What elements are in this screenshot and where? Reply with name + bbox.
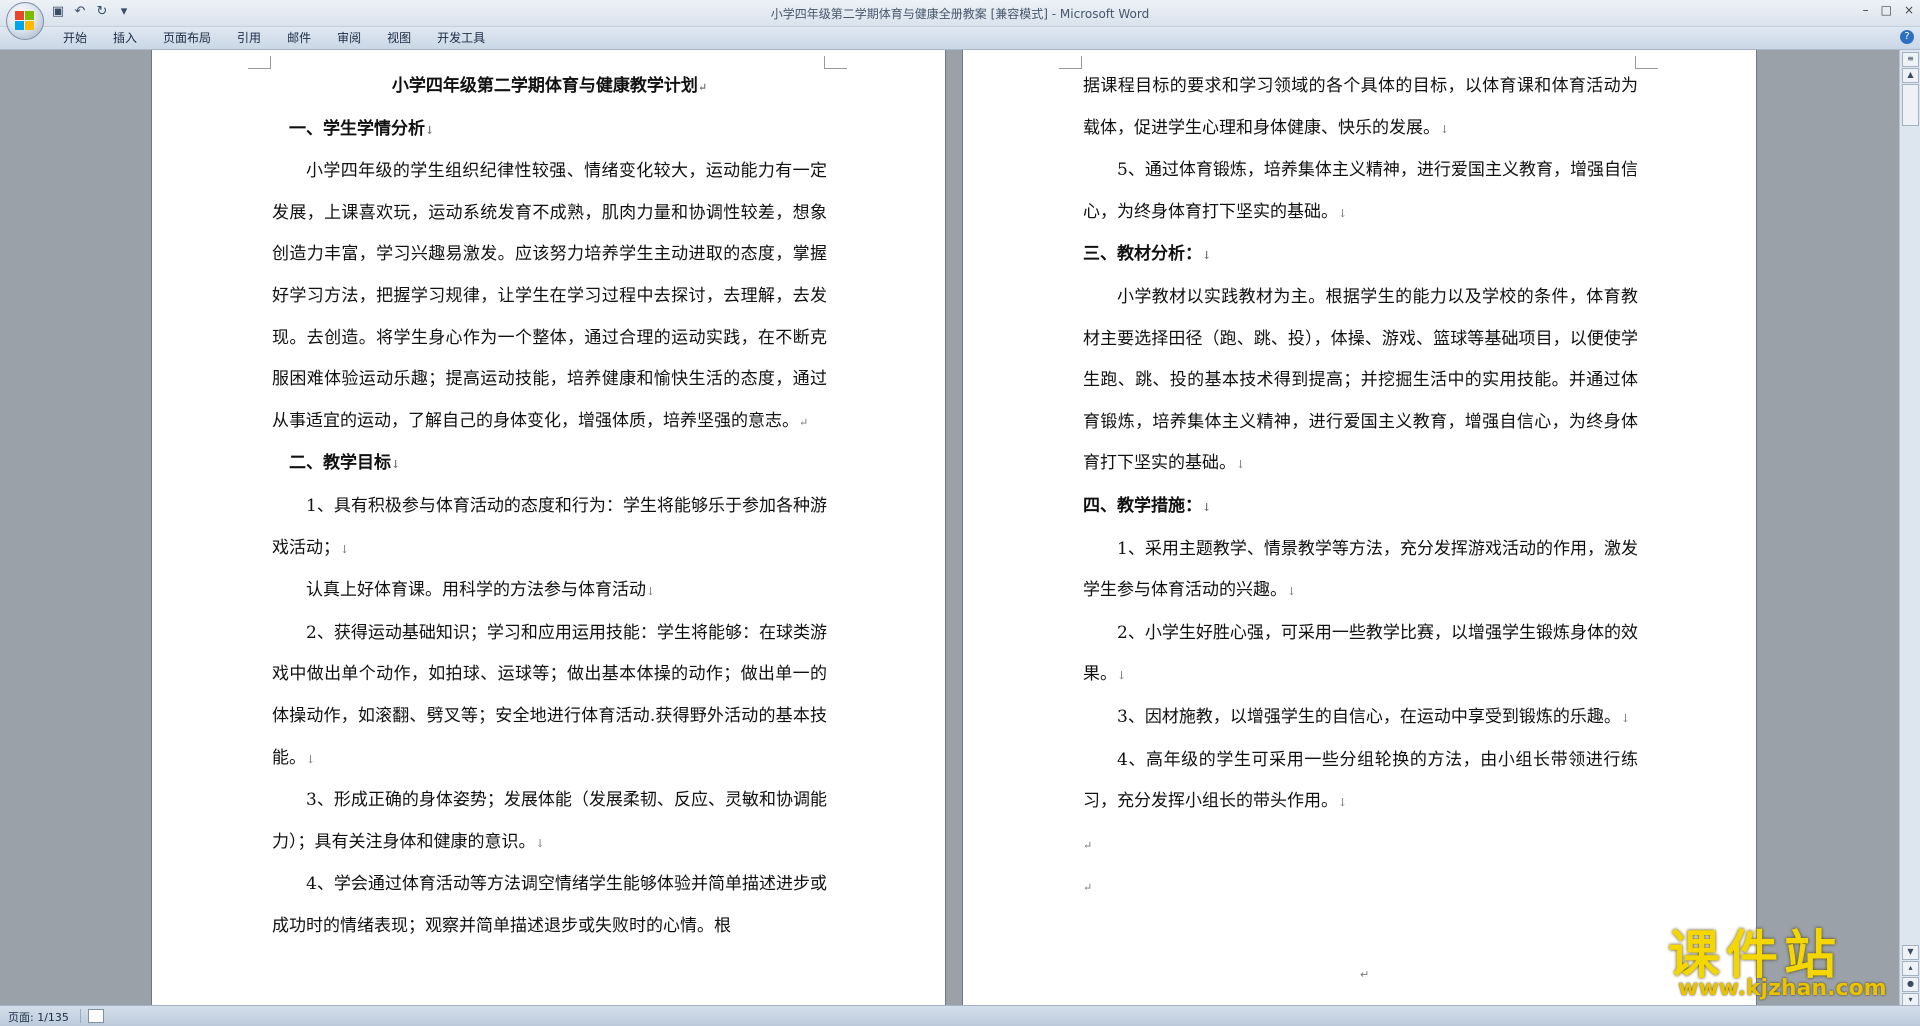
- margin-mark: [1635, 56, 1658, 69]
- paragraph[interactable]: 小学教材以实践教材为主。根据学生的能力以及学校的条件，体育教材主要选择田径（跑、…: [1083, 277, 1638, 486]
- help-icon[interactable]: ?: [1900, 30, 1914, 44]
- paragraph[interactable]: 据课程目标的要求和学习领域的各个具体的目标，以体育课和体育活动为载体，促进学生心…: [1083, 66, 1638, 150]
- margin-mark: [1059, 56, 1082, 69]
- ribbon: 开始 插入 页面布局 引用 邮件 审阅 视图 开发工具 ?: [0, 27, 1920, 50]
- paragraph[interactable]: 3、形成正确的身体姿势；发展体能（发展柔韧、反应、灵敏和协调能力）；具有关注身体…: [272, 780, 827, 864]
- paragraph[interactable]: 5、通过体育锻炼，培养集体主义精神，进行爱国主义教育，增强自信心，为终身体育打下…: [1083, 150, 1638, 234]
- paragraph[interactable]: 1、采用主题教学、情景教学等方法，充分发挥游戏活动的作用，激发学生参与体育活动的…: [1083, 529, 1638, 613]
- paragraph[interactable]: 2、小学生好胜心强，可采用一些教学比赛，以增强学生锻炼身体的效果。↓: [1083, 613, 1638, 697]
- tab-page-layout[interactable]: 页面布局: [150, 30, 224, 46]
- tab-references[interactable]: 引用: [224, 30, 274, 46]
- paragraph[interactable]: 2、获得运动基础知识；学习和应用运用技能：学生将能够：在球类游戏中做出单个动作，…: [272, 613, 827, 780]
- ribbon-tabs: 开始 插入 页面布局 引用 邮件 审阅 视图 开发工具: [50, 30, 498, 46]
- section-heading[interactable]: 二、教学目标↓: [272, 443, 827, 486]
- office-button[interactable]: [6, 2, 44, 40]
- close-button[interactable]: ×: [1904, 3, 1914, 17]
- tab-mailings[interactable]: 邮件: [274, 30, 324, 46]
- paragraph[interactable]: 4、高年级的学生可采用一些分组轮换的方法，由小组长带领进行练习，充分发挥小组长的…: [1083, 740, 1638, 824]
- section-heading[interactable]: 三、教材分析：↓: [1083, 234, 1638, 277]
- window-title: 小学四年级第二学期体育与健康全册教案 [兼容模式] - Microsoft Wo…: [770, 7, 1150, 21]
- document-page-2[interactable]: 据课程目标的要求和学习领域的各个具体的目标，以体育课和体育活动为载体，促进学生心…: [963, 50, 1756, 1005]
- window-controls: – □ ×: [1863, 3, 1914, 17]
- empty-paragraph[interactable]: ↵: [1083, 824, 1638, 867]
- watermark-url: www.kjzhan.com: [1678, 976, 1887, 1001]
- proofing-icon[interactable]: [88, 1009, 104, 1023]
- document-title[interactable]: 小学四年级第二学期体育与健康教学计划↵: [272, 66, 827, 109]
- paragraph[interactable]: 4、学会通过体育活动等方法调空情绪学生能够体验并简单描述进步或成功时的情绪表现；…: [272, 864, 827, 947]
- restore-button[interactable]: □: [1881, 3, 1892, 17]
- paragraph[interactable]: 小学四年级的学生组织纪律性较强、情绪变化较大，运动能力有一定发展，上课喜欢玩，运…: [272, 151, 827, 443]
- status-divider: [80, 1009, 81, 1023]
- section-heading[interactable]: 一、学生学情分析↓: [272, 109, 827, 152]
- scroll-up-icon[interactable]: ▲: [1902, 68, 1919, 83]
- margin-mark: [248, 56, 271, 69]
- vertical-scrollbar[interactable]: ≡ ▲ ▼ ▴ ● ▾: [1899, 50, 1920, 1008]
- document-page-1[interactable]: 小学四年级第二学期体育与健康教学计划↵ 一、学生学情分析↓ 小学四年级的学生组织…: [152, 50, 945, 1005]
- office-logo-icon: [15, 11, 35, 31]
- paragraph[interactable]: 3、因材施教，以增强学生的自信心，在运动中享受到锻炼的乐趣。↓: [1083, 697, 1638, 740]
- tab-view[interactable]: 视图: [374, 30, 424, 46]
- scroll-thumb[interactable]: [1902, 84, 1919, 126]
- minimize-button[interactable]: –: [1863, 3, 1869, 17]
- page-counter[interactable]: 页面: 1/135: [8, 1009, 69, 1025]
- status-bar: 页面: 1/135: [0, 1005, 1920, 1026]
- section-heading[interactable]: 四、教学措施：↓: [1083, 486, 1638, 529]
- page-text[interactable]: 据课程目标的要求和学习领域的各个具体的目标，以体育课和体育活动为载体，促进学生心…: [1083, 66, 1638, 909]
- tab-developer[interactable]: 开发工具: [424, 30, 498, 46]
- margin-mark: [824, 56, 847, 69]
- empty-paragraph[interactable]: ↵: [1083, 866, 1638, 909]
- paragraph[interactable]: 1、具有积极参与体育活动的态度和行为：学生将能够乐于参加各种游戏活动；↓: [272, 486, 827, 570]
- tab-insert[interactable]: 插入: [100, 30, 150, 46]
- page-text[interactable]: 小学四年级第二学期体育与健康教学计划↵ 一、学生学情分析↓ 小学四年级的学生组织…: [272, 66, 827, 947]
- paragraph[interactable]: 认真上好体育课。用科学的方法参与体育活动↓: [272, 570, 827, 613]
- ruler-toggle-icon[interactable]: ≡: [1902, 52, 1919, 67]
- tab-home[interactable]: 开始: [50, 30, 100, 46]
- site-watermark-logo: 课件站 www.kjzhan.com: [1668, 928, 1908, 1000]
- end-paragraph-mark: ↵: [1360, 968, 1370, 981]
- tab-review[interactable]: 审阅: [324, 30, 374, 46]
- document-workspace[interactable]: 小学四年级第二学期体育与健康教学计划↵ 一、学生学情分析↓ 小学四年级的学生组织…: [0, 50, 1900, 1005]
- title-bar: ▣ ↶ ↻ ▾ 小学四年级第二学期体育与健康全册教案 [兼容模式] - Micr…: [0, 0, 1920, 40]
